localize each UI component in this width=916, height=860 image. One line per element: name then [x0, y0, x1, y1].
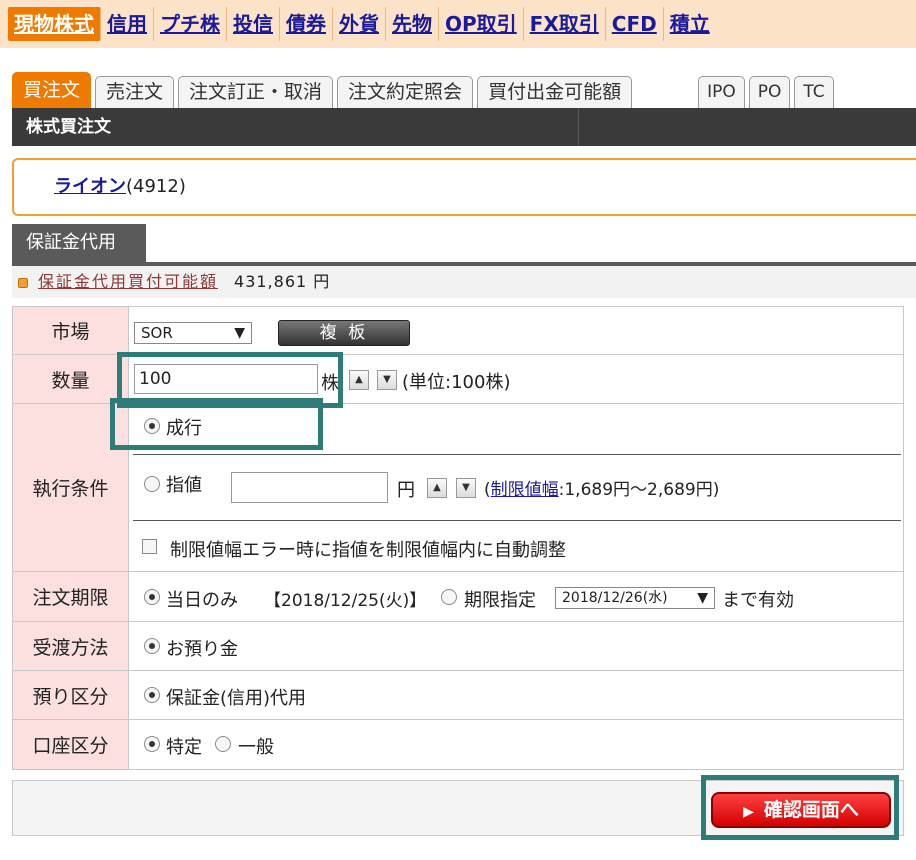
nav-spot-stocks[interactable]: 現物株式 — [8, 7, 101, 41]
account-row: 口座区分 特定 一般 — [13, 720, 903, 769]
expiry-date-value: 2018/12/26(水) — [562, 590, 668, 606]
delivery-cell: お預り金 — [130, 622, 903, 670]
period-row: 注文期限 当日のみ 【2018/12/25(火)】 期限指定 2018/12/2… — [13, 572, 903, 622]
order-subtabs: 買注文 売注文 注文訂正・取消 注文約定照会 買付出金可能額 IPO PO TC — [12, 70, 916, 108]
market-select-value: SOR — [141, 324, 173, 342]
tab-po[interactable]: PO — [748, 76, 791, 108]
today-date: 【2018/12/25(火)】 — [264, 591, 427, 611]
today-only-label: 当日のみ — [166, 590, 238, 611]
market-cell: SOR ▼ 複 板 — [130, 307, 903, 354]
market-order-radio[interactable] — [144, 418, 160, 434]
margin-buying-power-row: 保証金代用買付可能額 431,861 円 — [12, 266, 916, 298]
margin-substitute-radio[interactable] — [144, 687, 160, 703]
market-order-label: 成行 — [166, 418, 202, 439]
confirm-button[interactable]: ▶ 確認画面へ — [711, 792, 891, 828]
play-arrow-icon: ▶ — [743, 804, 754, 820]
period-cell: 当日のみ 【2018/12/25(火)】 期限指定 2018/12/26(水) … — [130, 572, 903, 621]
limit-order-radio[interactable] — [144, 476, 160, 492]
quantity-unit: 株 — [321, 373, 339, 394]
delivery-row: 受渡方法 お預り金 — [13, 622, 903, 671]
delivery-label: 受渡方法 — [13, 622, 129, 670]
stock-code: (4912) — [126, 176, 186, 197]
nav-cfd[interactable]: CFD — [606, 7, 664, 41]
section-header: 株式買注文 — [12, 108, 916, 146]
bullet-icon — [18, 277, 28, 288]
deposit-label: 預り区分 — [13, 671, 129, 719]
nav-petit-stocks[interactable]: プチ株 — [154, 7, 227, 41]
valid-until-label: まで有効 — [722, 590, 794, 611]
nav-accumulation[interactable]: 積立 — [664, 7, 716, 41]
price-range-prefix: ( — [484, 480, 491, 500]
execution-divider-2 — [133, 520, 901, 521]
deposit-row: 預り区分 保証金(信用)代用 — [13, 671, 903, 720]
chevron-down-icon: ▼ — [234, 325, 245, 341]
margin-substitute-tab[interactable]: 保証金代用 — [12, 224, 146, 262]
execution-cell: 成行 指値 円 ▲ ▼ (制限値幅:1,689円〜2,689円) 制限値幅エラー… — [130, 404, 903, 571]
board-button[interactable]: 複 板 — [278, 320, 410, 346]
specify-date-label: 期限指定 — [464, 590, 536, 611]
expiry-date-select[interactable]: 2018/12/26(水) ▼ — [555, 587, 715, 609]
margin-substitute-label: 保証金(信用)代用 — [166, 688, 307, 709]
margin-buying-power-amount: 431,861 円 — [234, 272, 331, 291]
general-account-radio[interactable] — [215, 736, 231, 752]
price-up-icon[interactable]: ▲ — [427, 478, 447, 498]
price-range-text: (制限値幅:1,689円〜2,689円) — [484, 475, 719, 500]
price-limit-link[interactable]: 制限値幅 — [491, 480, 559, 500]
quantity-cell: 100 株 ▲ ▼ (単位:100株) — [130, 355, 903, 403]
tab-buy-order[interactable]: 買注文 — [12, 72, 92, 108]
stock-name-link[interactable]: ライオン — [54, 176, 126, 197]
nav-fx[interactable]: FX取引 — [524, 7, 606, 41]
auto-adjust-label: 制限値幅エラー時に指値を制限値幅内に自動調整 — [170, 540, 566, 561]
top-navigation: 現物株式 信用 プチ株 投信 債券 外貨 先物 OP取引 FX取引 CFD 積立 — [0, 0, 916, 48]
quantity-unit-note: (単位:100株) — [402, 372, 511, 393]
today-only-radio[interactable] — [144, 589, 160, 605]
nav-funds[interactable]: 投信 — [227, 7, 280, 41]
execution-divider-1 — [133, 454, 901, 455]
market-label: 市場 — [13, 307, 129, 354]
chevron-down-icon: ▼ — [697, 590, 708, 606]
nav-margin[interactable]: 信用 — [101, 7, 154, 41]
limit-order-label: 指値 — [166, 475, 202, 496]
section-divider — [578, 108, 579, 146]
limit-price-input[interactable] — [231, 472, 388, 503]
account-label: 口座区分 — [13, 720, 129, 769]
nav-foreign-currency[interactable]: 外貨 — [333, 7, 386, 41]
nav-futures[interactable]: 先物 — [386, 7, 439, 41]
tab-buying-power[interactable]: 買付出金可能額 — [477, 76, 633, 108]
tab-order-inquiry[interactable]: 注文約定照会 — [337, 76, 474, 108]
tab-tc[interactable]: TC — [794, 76, 834, 108]
specific-account-radio[interactable] — [144, 736, 160, 752]
nav-options[interactable]: OP取引 — [439, 7, 524, 41]
price-range-values: :1,689円〜2,689円) — [558, 480, 720, 500]
limit-price-yen: 円 — [397, 480, 415, 501]
quantity-down-icon[interactable]: ▼ — [377, 370, 397, 390]
market-row: 市場 SOR ▼ 複 板 — [13, 307, 903, 355]
general-account-label: 一般 — [238, 737, 274, 758]
quantity-label: 数量 — [13, 355, 129, 403]
nav-bonds[interactable]: 債券 — [280, 7, 333, 41]
order-form: 市場 SOR ▼ 複 板 数量 100 株 ▲ ▼ (単位:100株) 執行条件… — [12, 306, 904, 770]
tab-modify-cancel[interactable]: 注文訂正・取消 — [178, 76, 334, 108]
quantity-up-icon[interactable]: ▲ — [349, 370, 369, 390]
quantity-input[interactable]: 100 — [134, 364, 318, 394]
account-cell: 特定 一般 — [130, 720, 903, 769]
deposit-cash-label: お預り金 — [166, 639, 238, 660]
deposit-cash-radio[interactable] — [144, 638, 160, 654]
confirm-button-label: 確認画面へ — [763, 799, 859, 821]
price-down-icon[interactable]: ▼ — [456, 478, 476, 498]
stock-info-box: ライオン(4912) — [12, 158, 916, 216]
specific-account-label: 特定 — [166, 737, 202, 758]
execution-row: 執行条件 成行 指値 円 ▲ ▼ (制限値幅:1,689円〜2,689円) 制限… — [13, 404, 903, 572]
period-label: 注文期限 — [13, 572, 129, 621]
tab-sell-order[interactable]: 売注文 — [95, 76, 175, 108]
specify-date-radio[interactable] — [441, 589, 457, 605]
tab-ipo[interactable]: IPO — [698, 76, 745, 108]
execution-label: 執行条件 — [13, 404, 129, 571]
quantity-row: 数量 100 株 ▲ ▼ (単位:100株) — [13, 355, 903, 404]
margin-buying-power-link[interactable]: 保証金代用買付可能額 — [38, 272, 218, 291]
auto-adjust-checkbox[interactable] — [142, 539, 157, 554]
deposit-cell: 保証金(信用)代用 — [130, 671, 903, 719]
section-title: 株式買注文 — [26, 117, 111, 137]
market-select[interactable]: SOR ▼ — [134, 322, 252, 344]
